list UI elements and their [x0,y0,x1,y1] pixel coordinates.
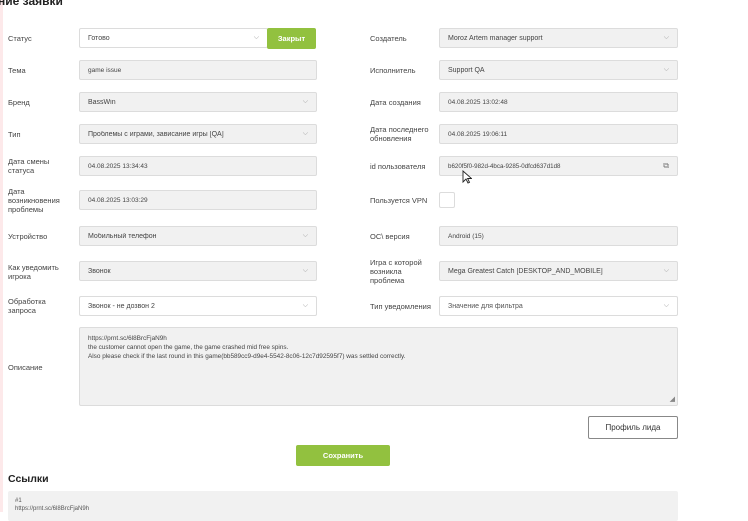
notify-select[interactable]: Звонок ⌵ [79,261,317,281]
os-field[interactable]: Android (15) [439,226,678,246]
game-label: Игра с которой возникла проблема [370,257,422,285]
chevron-down-icon: ⌵ [302,232,308,239]
status-change-date-field[interactable]: 04.08.2025 13:34:43 [79,156,317,176]
device-label: Устройство [8,231,48,241]
updated-date-label: Дата последнего обновления [370,125,429,143]
device-value: Мобильный телефон [88,232,157,240]
topic-label: Тема [8,65,26,75]
mouse-cursor-icon [462,170,472,184]
chevron-down-icon: ⌵ [663,34,669,41]
notify-label: Как уведомить игрока [8,263,59,281]
status-select[interactable]: Готово ⌵ [79,28,268,48]
processing-value: Звонок - не дозвон 2 [88,302,155,310]
user-id-value: b620f5f0-982d-4bca-9285-0dfcd637d1d8 [448,162,561,170]
vpn-checkbox[interactable] [439,192,455,208]
os-value: Android (15) [448,232,484,240]
page-title: ние заявки [0,0,63,8]
brand-label: Бренд [8,97,30,107]
status-change-date-label: Дата смены статуса [8,157,50,175]
topic-value: game issue [88,66,122,74]
topic-field[interactable]: game issue [79,60,317,80]
assignee-label: Исполнитель [370,65,416,75]
creator-select[interactable]: Moroz Artem manager support ⌵ [439,28,678,48]
description-line: the customer cannot open the game, the g… [88,344,289,351]
description-line: Also please check if the last round in t… [88,353,406,360]
status-label: Статус [8,33,32,43]
type-value: Проблемы с играми, зависание игры [QA] [88,130,224,138]
assignee-select[interactable]: Support QA ⌵ [439,60,678,80]
creator-value: Moroz Artem manager support [448,34,543,42]
chevron-down-icon: ⌵ [302,98,308,105]
chevron-down-icon: ⌵ [663,267,669,274]
notification-type-placeholder: Значение для фильтра [448,302,523,310]
type-label: Тип [8,129,21,139]
notification-type-label: Тип уведомления [370,301,431,311]
chevron-down-icon: ⌵ [302,267,308,274]
description-textarea[interactable]: https://prnt.sc/6l8BrcFjaN9h the custome… [79,327,678,406]
chevron-down-icon: ⌵ [663,302,669,309]
chevron-down-icon: ⌵ [302,130,308,137]
problem-date-value: 04.08.2025 13:03:29 [88,196,148,204]
problem-date-label: Дата возникновения проблемы [8,186,60,214]
updated-date-field[interactable]: 04.08.2025 19:06:11 [439,124,678,144]
chevron-down-icon: ⌵ [302,302,308,309]
description-label: Описание [8,362,43,372]
updated-date-value: 04.08.2025 19:06:11 [448,130,508,138]
status-change-date-value: 04.08.2025 13:34:43 [88,162,148,170]
left-accent-strip [0,0,3,512]
created-date-field[interactable]: 04.08.2025 13:02:48 [439,92,678,112]
link-index: #1 [15,498,22,504]
save-button[interactable]: Сохранить [296,445,390,466]
status-value: Готово [88,34,110,42]
os-label: ОС\ версия [370,231,410,241]
chevron-down-icon: ⌵ [663,66,669,73]
created-date-value: 04.08.2025 13:02:48 [448,98,508,106]
vpn-label: Пользуется VPN [370,195,428,205]
links-list: #1 https://prnt.sc/6l8BrcFjaN9h [8,491,678,521]
brand-value: BassWin [88,98,116,106]
processing-label: Обработка запроса [8,297,46,315]
device-select[interactable]: Мобильный телефон ⌵ [79,226,317,246]
lead-profile-button[interactable]: Профиль лида [588,416,678,439]
problem-date-field[interactable]: 04.08.2025 13:03:29 [79,190,317,210]
created-date-label: Дата создания [370,97,421,107]
resize-handle-icon[interactable]: ◢ [670,395,675,404]
user-id-field[interactable]: b620f5f0-982d-4bca-9285-0dfcd637d1d8 ⧉ [439,156,678,176]
copy-icon[interactable]: ⧉ [663,161,669,171]
game-select[interactable]: Mega Greatest Catch [DESKTOP_AND_MOBILE]… [439,261,678,281]
game-value: Mega Greatest Catch [DESKTOP_AND_MOBILE] [448,267,603,275]
notification-type-select[interactable]: Значение для фильтра ⌵ [439,296,678,316]
brand-select[interactable]: BassWin ⌵ [79,92,317,112]
chevron-down-icon: ⌵ [253,34,259,41]
processing-select[interactable]: Звонок - не дозвон 2 ⌵ [79,296,317,316]
type-select[interactable]: Проблемы с играми, зависание игры [QA] ⌵ [79,124,317,144]
assignee-value: Support QA [448,66,485,74]
description-line: https://prnt.sc/6l8BrcFjaN9h [88,335,167,342]
notify-value: Звонок [88,267,111,275]
closed-button[interactable]: Закрыт [267,28,316,49]
creator-label: Создатель [370,33,407,43]
links-section-title: Ссылки [8,473,49,485]
user-id-label: id пользователя [370,161,426,171]
